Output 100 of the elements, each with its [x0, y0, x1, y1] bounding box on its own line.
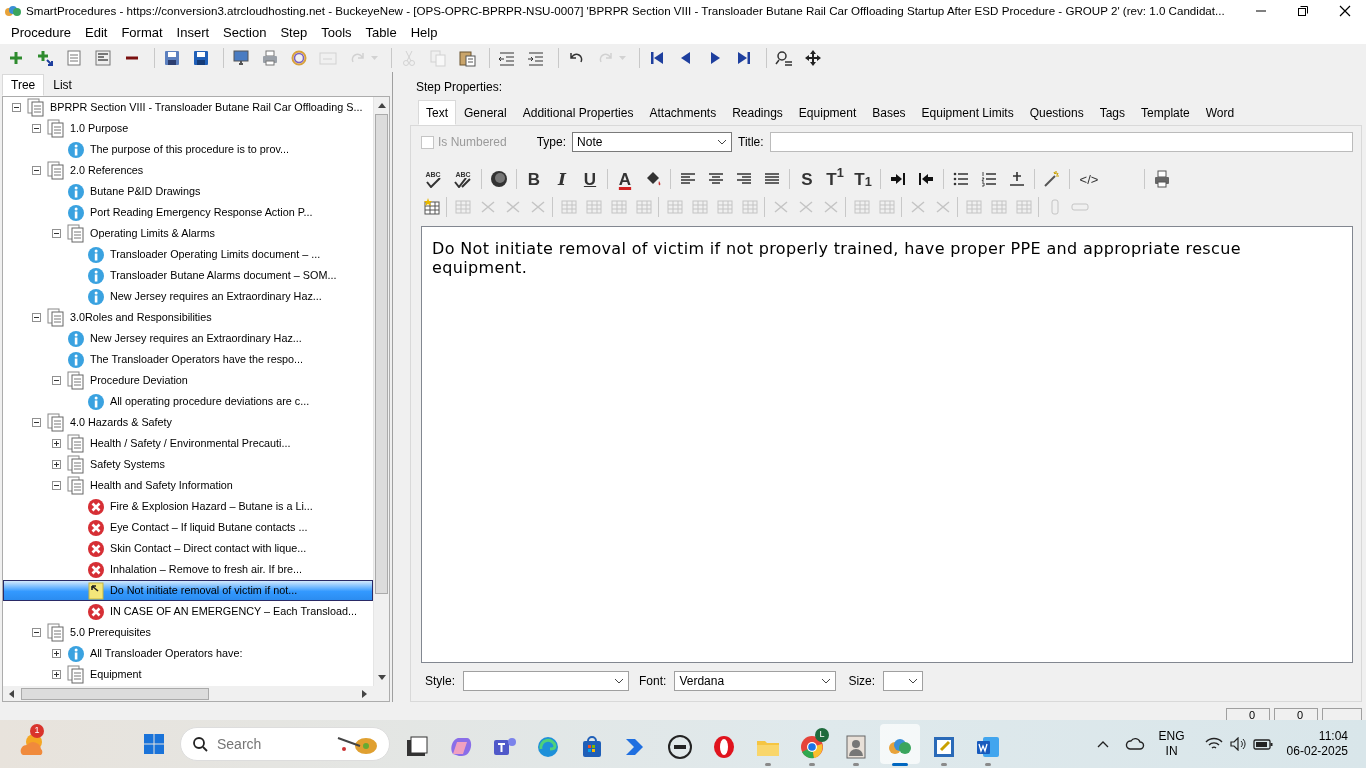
- tree-item[interactable]: 2.0 References: [3, 160, 373, 181]
- cloud-icon[interactable]: [1124, 736, 1145, 752]
- collapse-icon[interactable]: [51, 481, 61, 490]
- add-icon[interactable]: [7, 49, 25, 67]
- properties-tab[interactable]: Bases: [864, 100, 914, 125]
- scroll-left-icon[interactable]: [9, 689, 14, 698]
- tree-item[interactable]: Equipment: [3, 664, 373, 685]
- add-child-icon[interactable]: [36, 49, 54, 67]
- strikethrough-button[interactable]: S: [796, 167, 818, 191]
- tree-item[interactable]: Operating Limits & Alarms: [3, 223, 373, 244]
- properties-tab[interactable]: Word: [1197, 100, 1243, 125]
- menu-item[interactable]: Tools: [314, 23, 359, 43]
- tree-item[interactable]: Skin Contact – Direct contact with lique...: [3, 538, 373, 559]
- properties-tab[interactable]: Equipment: [790, 100, 865, 125]
- properties-tab[interactable]: Attachments: [641, 100, 725, 125]
- pane-tab[interactable]: Tree: [2, 74, 45, 96]
- language-indicator[interactable]: ENG: [1158, 729, 1185, 744]
- properties-tab[interactable]: Questions: [1021, 100, 1092, 125]
- outdent-icon[interactable]: [917, 170, 935, 188]
- volume-icon[interactable]: [1228, 737, 1247, 751]
- tree-item[interactable]: Eye Contact – If liquid Butane contacts ...: [3, 517, 373, 538]
- scroll-right-icon[interactable]: [362, 689, 367, 698]
- tree-item[interactable]: All operating procedure deviations are c...: [3, 391, 373, 412]
- tree-item[interactable]: Inhalation – Remove to fresh air. If bre...: [3, 559, 373, 580]
- print-icon[interactable]: [261, 49, 279, 67]
- tree-item[interactable]: Procedure Deviation: [3, 370, 373, 391]
- expand-icon[interactable]: [51, 439, 61, 448]
- properties-tab[interactable]: Additional Properties: [514, 100, 642, 125]
- search-icon[interactable]: [775, 49, 793, 67]
- menu-item[interactable]: Edit: [78, 23, 115, 43]
- menu-item[interactable]: Table: [358, 23, 404, 43]
- start-icon[interactable]: [143, 733, 165, 755]
- tree-item[interactable]: New Jersey requires an Extraordinary Haz...: [3, 286, 373, 307]
- tree-item[interactable]: Health and Safety Information: [3, 475, 373, 496]
- script-button[interactable]: T$_{1}$: [852, 167, 874, 191]
- search-field[interactable]: Search: [180, 727, 390, 761]
- tree-item[interactable]: Health / Safety / Environmental Precauti...: [3, 433, 373, 454]
- tree-item[interactable]: Transloader Operating Limits document – ...: [3, 244, 373, 265]
- restore-icon[interactable]: [1297, 5, 1309, 17]
- expand-icon[interactable]: [51, 649, 61, 658]
- vertical-scrollbar[interactable]: [373, 97, 389, 686]
- text-editor[interactable]: Do Not initiate removal of victim if not properly trained, have proper PPE and appropriate rescue equipment.: [421, 226, 1353, 663]
- pane-tab[interactable]: List: [44, 74, 81, 96]
- italic-button[interactable]: I: [551, 167, 573, 191]
- horizontal-scrollbar[interactable]: [3, 686, 389, 701]
- monitor-icon[interactable]: [232, 49, 250, 67]
- save-as-icon[interactable]: [163, 49, 181, 67]
- font-dropdown[interactable]: Verdana: [674, 671, 837, 691]
- tree-item[interactable]: New Jersey requires an Extraordinary Haz...: [3, 328, 373, 349]
- wifi-icon[interactable]: [1204, 737, 1223, 751]
- numbered-list-icon[interactable]: [980, 170, 998, 188]
- bold-button[interactable]: B: [523, 167, 545, 191]
- move-arrows-icon[interactable]: [804, 49, 822, 67]
- menu-item[interactable]: Section: [216, 23, 274, 43]
- tree-item[interactable]: Fire & Explosion Hazard – Butane is a Li...: [3, 496, 373, 517]
- underline-button[interactable]: U: [579, 167, 601, 191]
- tree-item[interactable]: The Transloader Operators have the respo...: [3, 349, 373, 370]
- properties-tab[interactable]: Template: [1133, 100, 1198, 125]
- collapse-icon[interactable]: [51, 376, 61, 385]
- paste-icon[interactable]: [458, 49, 476, 67]
- properties-tab[interactable]: Equipment Limits: [913, 100, 1022, 125]
- properties-tab[interactable]: Text: [418, 100, 456, 125]
- tree-item[interactable]: Port Reading Emergency Response Action P...: [3, 202, 373, 223]
- tree-item[interactable]: BPRPR Section VIII - Transloader Butane Rail Car Offloading S...: [3, 97, 373, 118]
- type-dropdown[interactable]: Note: [572, 132, 733, 152]
- collapse-icon[interactable]: [31, 313, 41, 322]
- menu-item[interactable]: Step: [273, 23, 315, 43]
- properties-tab[interactable]: Tags: [1091, 100, 1134, 125]
- tree-item[interactable]: Safety Systems: [3, 454, 373, 475]
- tree-item[interactable]: Transloader Butane Alarms document – SOM...: [3, 265, 373, 286]
- collapse-icon[interactable]: [11, 103, 21, 112]
- globe-icon[interactable]: [490, 170, 508, 188]
- clock-date[interactable]: 06-02-2025: [1286, 744, 1348, 759]
- first-icon[interactable]: [648, 49, 666, 67]
- tree-item[interactable]: All Transloader Operators have:: [3, 643, 373, 664]
- magic-wand-icon[interactable]: [1043, 170, 1061, 188]
- properties-tab[interactable]: Readings: [724, 100, 791, 125]
- clock-time[interactable]: 11:04: [1286, 729, 1348, 744]
- indent-icon[interactable]: [889, 170, 907, 188]
- tree-item[interactable]: 3.0Roles and Responsibilities: [3, 307, 373, 328]
- title-field[interactable]: [769, 132, 1353, 152]
- scroll-down-icon[interactable]: [377, 675, 386, 680]
- expand-icon[interactable]: [51, 670, 61, 679]
- source-code-button[interactable]: </>: [1076, 167, 1102, 191]
- collapse-icon[interactable]: [51, 229, 61, 238]
- battery-icon[interactable]: [1252, 738, 1273, 750]
- tree-item[interactable]: IN CASE OF AN EMERGENCY – Each Transload...: [3, 601, 373, 622]
- tree-item[interactable]: Do Not initiate removal of victim if not...: [3, 580, 373, 601]
- size-dropdown[interactable]: [883, 671, 924, 691]
- horizontal-rule-icon[interactable]: [1008, 170, 1026, 188]
- tree-item[interactable]: 1.0 Purpose: [3, 118, 373, 139]
- tree-item[interactable]: 4.0 Hazards & Safety: [3, 412, 373, 433]
- menu-item[interactable]: Insert: [169, 23, 217, 43]
- tree-item[interactable]: Butane P&ID Drawings: [3, 181, 373, 202]
- insert-table-icon[interactable]: [423, 198, 441, 216]
- last-icon[interactable]: [735, 49, 753, 67]
- menu-item[interactable]: Format: [114, 23, 170, 43]
- properties-tab[interactable]: General: [456, 100, 515, 125]
- scroll-up-icon[interactable]: [377, 103, 386, 108]
- tree-item[interactable]: 5.0 Prerequisites: [3, 622, 373, 643]
